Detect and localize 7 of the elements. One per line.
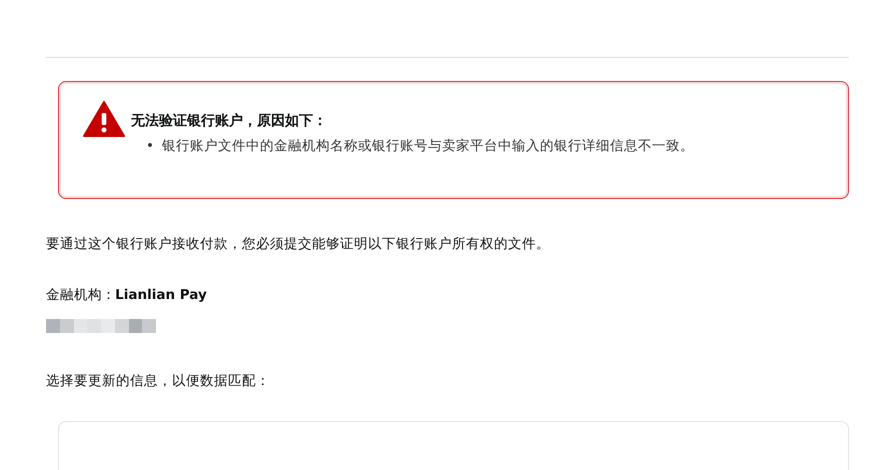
alert-title: 无法验证银行账户，原因如下： <box>131 112 328 130</box>
instruction-text: 要通过这个银行账户接收付款，您必须提交能够证明以下银行账户所有权的文件。 <box>46 235 551 253</box>
bullet: • <box>146 137 154 156</box>
update-prompt: 选择要更新的信息，以便数据匹配： <box>46 372 271 390</box>
warning-icon <box>83 101 125 137</box>
reason-text: 银行账户文件中的金融机构名称或银行账号与卖家平台中输入的银行详细信息不一致。 <box>162 137 694 156</box>
institution-text: 金融机构 : Lianlian Pay <box>46 286 208 304</box>
